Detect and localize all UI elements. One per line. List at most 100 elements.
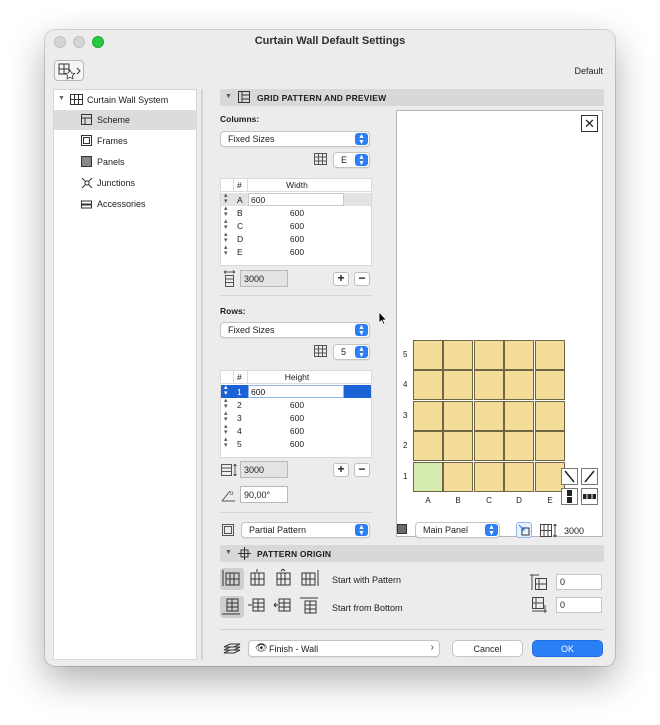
favorites-button[interactable] [54, 60, 84, 81]
grid-panel[interactable] [413, 340, 443, 370]
table-row[interactable]: ▴ ▾ E 600 [221, 244, 371, 258]
origin-center-right-button[interactable] [272, 568, 296, 590]
pattern-type-select[interactable]: Partial Pattern ▲ ▼ [241, 522, 370, 538]
row-value[interactable]: 600 [251, 247, 343, 257]
offset-x-field[interactable]: 0 [556, 574, 602, 590]
total-height-field[interactable]: 3000 [240, 461, 288, 478]
table-row[interactable]: ▴ ▾ 5 600 [221, 436, 371, 450]
grid-panel[interactable] [413, 431, 443, 461]
grid-panel[interactable] [474, 431, 504, 461]
origin-middle-bottom-button[interactable] [246, 596, 270, 618]
sidebar-item-panels[interactable]: Panels [54, 152, 197, 172]
rows-mode-select[interactable]: Fixed Sizes ▲ ▼ [220, 322, 370, 338]
diagonal-left-button[interactable] [561, 468, 578, 485]
reorder-handle-icon[interactable]: ▴ ▾ [224, 244, 228, 257]
row-value[interactable]: 600 [251, 439, 343, 449]
chevron-down-icon[interactable]: ▼ [58, 95, 65, 102]
grid-panel[interactable] [413, 401, 443, 431]
sidebar-item-junctions[interactable]: Junctions [54, 173, 197, 193]
table-row[interactable]: ▴ ▾ B 600 [221, 205, 371, 219]
reorder-handle-icon[interactable]: ▴ ▾ [224, 192, 228, 205]
pattern-origin-section-header[interactable]: ▼ PATTERN ORIGIN [220, 545, 604, 562]
grid-panel[interactable] [535, 401, 565, 431]
grid-panel[interactable] [535, 340, 565, 370]
row-value[interactable]: 600 [251, 234, 343, 244]
chevron-down-icon[interactable]: ▼ [225, 93, 232, 100]
panel-type-select[interactable]: Main Panel ▲ ▼ [415, 522, 500, 538]
vertical-split-button[interactable] [561, 488, 578, 505]
grid-panel[interactable] [474, 340, 504, 370]
reorder-handle-icon[interactable]: ▴ ▾ [224, 423, 228, 436]
reorder-handle-icon[interactable]: ▴ ▾ [224, 205, 228, 218]
row-value[interactable]: 600 [251, 208, 343, 218]
reorder-handle-icon[interactable]: ▴ ▾ [224, 397, 228, 410]
total-width-field[interactable]: 3000 [240, 270, 288, 287]
grid-preview[interactable]: ✕ 5 4 3 2 1 A B C D E [396, 110, 603, 537]
table-row[interactable]: ▴ ▾ 1 600 [221, 384, 371, 398]
add-column-button[interactable]: + [333, 272, 349, 286]
origin-top-button[interactable] [298, 596, 322, 618]
row-value[interactable]: 600 [251, 413, 343, 423]
row-value[interactable]: 600 [251, 426, 343, 436]
origin-center-left-button[interactable] [246, 568, 270, 590]
table-row[interactable]: ▴ ▾ 3 600 [221, 410, 371, 424]
grid-panel[interactable] [504, 370, 534, 400]
table-row[interactable]: ▴ ▾ C 600 [221, 218, 371, 232]
ok-button[interactable]: OK [532, 640, 603, 657]
splitter[interactable] [201, 89, 203, 660]
rows-count-select[interactable]: 5 ▲ ▼ [333, 344, 370, 360]
columns-mode-select[interactable]: Fixed Sizes ▲ ▼ [220, 131, 370, 147]
cancel-button[interactable]: Cancel [452, 640, 523, 657]
height-input[interactable]: 600 [248, 385, 344, 398]
reorder-handle-icon[interactable]: ▴ ▾ [224, 231, 228, 244]
grid-panel[interactable] [413, 370, 443, 400]
grid-panel[interactable] [535, 370, 565, 400]
sidebar-item-frames[interactable]: Frames [54, 131, 197, 151]
reorder-handle-icon[interactable]: ▴ ▾ [224, 436, 228, 449]
reorder-handle-icon[interactable]: ▴ ▾ [224, 218, 228, 231]
grid-panel[interactable] [474, 370, 504, 400]
origin-right-button[interactable] [298, 568, 322, 590]
grid-pattern-section-header[interactable]: ▼ GRID PATTERN AND PREVIEW [220, 89, 604, 106]
finish-select[interactable]: 👁 Finish - Wall › [248, 640, 440, 657]
grid-panel-origin[interactable] [413, 462, 443, 492]
diagonal-right-button[interactable] [581, 468, 598, 485]
apply-panel-button[interactable] [516, 522, 532, 538]
remove-row-button[interactable]: − [354, 463, 370, 477]
add-row-button[interactable]: + [333, 463, 349, 477]
grid-panel[interactable] [504, 401, 534, 431]
columns-count-select[interactable]: E ▲ ▼ [333, 152, 370, 168]
reorder-handle-icon[interactable]: ▴ ▾ [224, 410, 228, 423]
table-row[interactable]: ▴ ▾ A 600 [221, 192, 371, 206]
angle-field[interactable]: 90,00° [240, 486, 288, 503]
row-value[interactable]: 600 [251, 400, 343, 410]
sidebar-item-scheme[interactable]: Scheme [54, 110, 197, 130]
grid-panel[interactable] [443, 462, 473, 492]
origin-middle-top-button[interactable] [272, 596, 296, 618]
remove-column-button[interactable]: − [354, 272, 370, 286]
table-row[interactable]: ▴ ▾ 4 600 [221, 423, 371, 437]
table-row[interactable]: ▴ ▾ D 600 [221, 231, 371, 245]
origin-bottom-button[interactable] [220, 596, 244, 618]
grid-panel[interactable] [443, 370, 473, 400]
grid-panel[interactable] [443, 431, 473, 461]
grid-panel[interactable] [474, 401, 504, 431]
close-preview-button[interactable]: ✕ [581, 115, 598, 132]
sidebar-item-curtain-wall-system[interactable]: ▼ Curtain Wall System [54, 90, 197, 110]
grid-panel[interactable] [504, 462, 534, 492]
grid-panel[interactable] [535, 431, 565, 461]
width-input[interactable]: 600 [248, 193, 344, 206]
row-value[interactable]: 600 [251, 221, 343, 231]
offset-y-field[interactable]: 0 [556, 597, 602, 613]
grid-panel[interactable] [443, 340, 473, 370]
grid-panel[interactable] [443, 401, 473, 431]
horizontal-split-button[interactable] [581, 488, 598, 505]
origin-left-button[interactable] [220, 568, 244, 590]
chevron-down-icon[interactable]: ▼ [225, 549, 232, 556]
grid-panel[interactable] [504, 431, 534, 461]
grid-panel[interactable] [474, 462, 504, 492]
table-row[interactable]: ▴ ▾ 2 600 [221, 397, 371, 411]
grid-panel[interactable] [504, 340, 534, 370]
sidebar-item-accessories[interactable]: Accessories [54, 194, 197, 214]
reorder-handle-icon[interactable]: ▴ ▾ [224, 384, 228, 397]
